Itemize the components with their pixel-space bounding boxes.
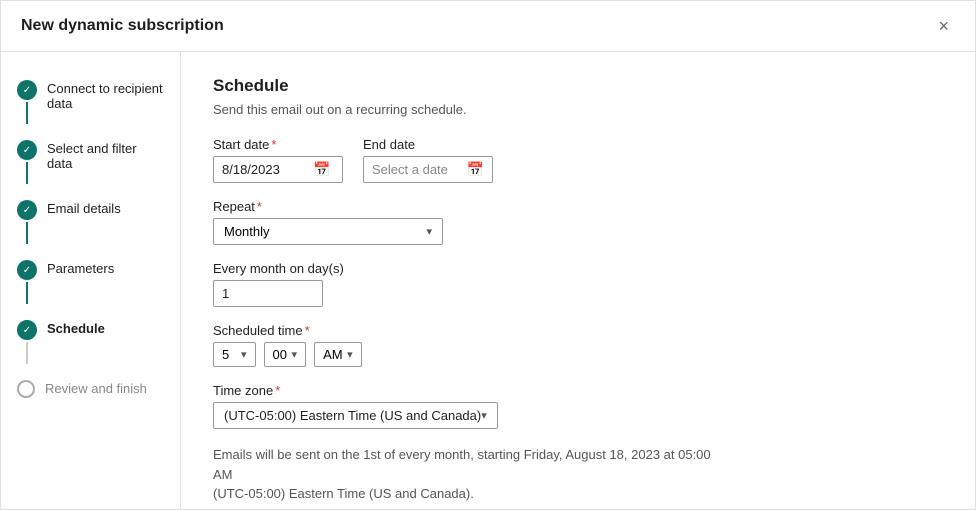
step-circle-parameters: ✓ [17,260,37,280]
step-label-review: Review and finish [45,380,147,396]
start-date-group: Start date* 📅 [213,137,343,183]
step-circle-connect: ✓ [17,80,37,100]
sidebar: ✓ Connect to recipient data ✓ Select and… [1,52,181,509]
minute-select-wrap[interactable]: 00153045 ▾ [264,342,307,367]
step-circle-select: ✓ [17,140,37,160]
end-date-group: End date Select a date 📅 [363,137,493,183]
step-circle-schedule: ✓ [17,320,37,340]
calendar-icon-end[interactable]: 📅 [467,161,484,178]
step-indicator-parameters: ✓ [17,260,37,304]
timezone-value: (UTC-05:00) Eastern Time (US and Canada) [224,408,481,423]
time-selects: 1234 5678 9101112 ▾ 00153045 ▾ [213,342,362,367]
repeat-label: Repeat* [213,199,443,214]
sidebar-item-schedule[interactable]: ✓ Schedule [1,312,180,372]
hour-chevron-icon: ▾ [241,348,247,361]
ampm-select-wrap[interactable]: AMPM ▾ [314,342,362,367]
step-indicator-select: ✓ [17,140,37,184]
step-line-2 [26,162,28,184]
main-content: Schedule Send this email out on a recurr… [181,52,975,509]
step-label-connect: Connect to recipient data [47,80,164,111]
step-line-1 [26,102,28,124]
checkmark-icon-4: ✓ [23,265,31,276]
repeat-row: Repeat* Daily Weekly Monthly Yearly ▾ [213,199,943,245]
section-title: Schedule [213,76,943,96]
timezone-chevron-icon: ▾ [481,409,487,422]
scheduled-time-label: Scheduled time* [213,323,362,338]
chevron-down-icon: ▾ [426,225,432,238]
step-indicator-connect: ✓ [17,80,37,124]
sidebar-item-select[interactable]: ✓ Select and filter data [1,132,180,192]
checkmark-icon-5: ✓ [23,325,31,336]
step-indicator-review [17,380,35,398]
step-circle-email: ✓ [17,200,37,220]
scheduled-time-group: Scheduled time* 1234 5678 9101112 ▾ [213,323,362,367]
timezone-select-wrap[interactable]: (UTC-05:00) Eastern Time (US and Canada)… [213,402,498,429]
ampm-select[interactable]: AMPM [323,347,343,362]
hour-select[interactable]: 1234 5678 9101112 [222,347,237,362]
modal-title: New dynamic subscription [21,17,224,35]
step-indicator-schedule: ✓ [17,320,37,364]
end-date-input[interactable]: Select a date 📅 [363,156,493,183]
checkmark-icon-3: ✓ [23,205,31,216]
sidebar-item-connect[interactable]: ✓ Connect to recipient data [1,72,180,132]
ampm-chevron-icon: ▾ [347,348,353,361]
start-date-label: Start date* [213,137,343,152]
sidebar-item-parameters[interactable]: ✓ Parameters [1,252,180,312]
date-row: Start date* 📅 End date Select a date 📅 [213,137,943,183]
minute-chevron-icon: ▾ [292,348,298,361]
end-date-label: End date [363,137,493,152]
every-month-row: Every month on day(s) [213,261,943,307]
modal-header: New dynamic subscription × [1,1,975,52]
start-date-field[interactable] [222,162,307,177]
timezone-label: Time zone* [213,383,498,398]
close-button[interactable]: × [932,15,955,37]
step-line-5 [26,342,28,364]
step-circle-review [17,380,35,398]
timezone-group: Time zone* (UTC-05:00) Eastern Time (US … [213,383,498,429]
scheduled-time-row: Scheduled time* 1234 5678 9101112 ▾ [213,323,943,367]
start-date-input[interactable]: 📅 [213,156,343,183]
step-line-3 [26,222,28,244]
step-label-email: Email details [47,200,121,216]
modal-container: New dynamic subscription × ✓ Connect to … [0,0,976,510]
step-label-select: Select and filter data [47,140,164,171]
calendar-icon-start[interactable]: 📅 [313,161,330,178]
step-label-schedule: Schedule [47,320,105,336]
step-indicator-email: ✓ [17,200,37,244]
checkmark-icon-2: ✓ [23,145,31,156]
every-month-input[interactable] [213,280,323,307]
summary-text: Emails will be sent on the 1st of every … [213,445,713,504]
section-description: Send this email out on a recurring sched… [213,102,943,117]
step-label-parameters: Parameters [47,260,114,276]
repeat-select[interactable]: Daily Weekly Monthly Yearly [224,224,426,239]
minute-select[interactable]: 00153045 [273,347,288,362]
repeat-select-wrap[interactable]: Daily Weekly Monthly Yearly ▾ [213,218,443,245]
sidebar-item-email[interactable]: ✓ Email details [1,192,180,252]
end-date-placeholder: Select a date [372,162,461,177]
modal-body: ✓ Connect to recipient data ✓ Select and… [1,52,975,509]
checkmark-icon: ✓ [23,85,31,96]
repeat-group: Repeat* Daily Weekly Monthly Yearly ▾ [213,199,443,245]
step-line-4 [26,282,28,304]
timezone-row: Time zone* (UTC-05:00) Eastern Time (US … [213,383,943,429]
every-month-label: Every month on day(s) [213,261,344,276]
sidebar-item-review[interactable]: Review and finish [1,372,180,406]
every-month-group: Every month on day(s) [213,261,344,307]
hour-select-wrap[interactable]: 1234 5678 9101112 ▾ [213,342,256,367]
